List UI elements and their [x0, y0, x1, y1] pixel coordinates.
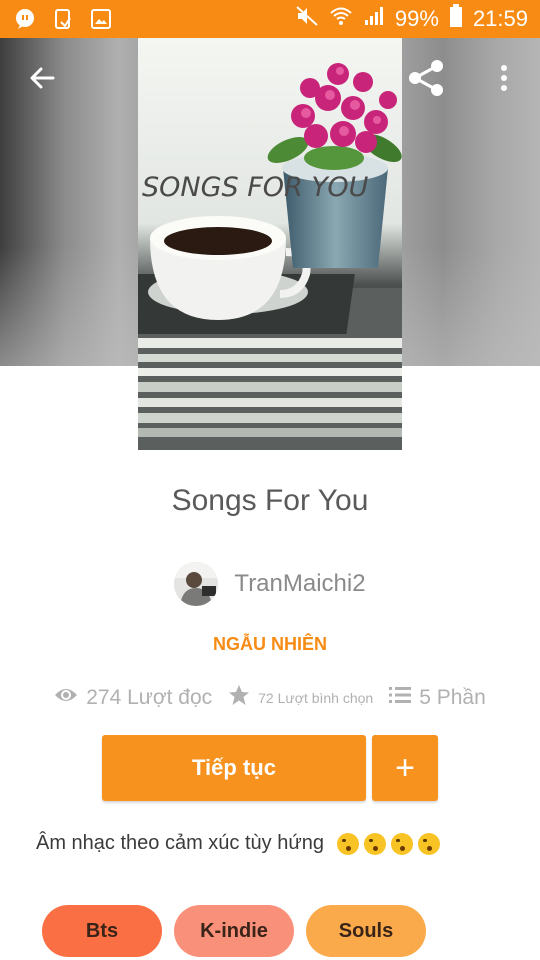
kissing-emoji-icon — [417, 832, 440, 855]
votes-stat: 72 Lượt bình chọn — [228, 684, 373, 711]
author-row[interactable]: TranMaichi2 — [0, 562, 540, 606]
battery-icon — [449, 4, 463, 34]
list-icon — [389, 686, 412, 709]
author-name[interactable]: TranMaichi2 — [234, 570, 365, 598]
kissing-emoji-icon — [363, 832, 386, 855]
continue-reading-button[interactable]: Tiếp tục — [102, 735, 366, 801]
share-button[interactable] — [402, 56, 450, 104]
story-cover: SONGS FOR YOU — [138, 38, 402, 450]
share-icon — [406, 58, 446, 103]
reads-stat: 274 Lượt đọc — [54, 686, 212, 710]
battery-percent: 99% — [394, 6, 439, 31]
back-button[interactable] — [18, 56, 66, 104]
eye-icon — [54, 686, 78, 709]
notification-icons — [14, 8, 112, 30]
star-icon — [228, 684, 250, 711]
votes-count: 72 Lượt bình chọn — [258, 689, 374, 706]
parts-stat: 5 Phần — [389, 686, 486, 710]
avatar[interactable] — [174, 562, 219, 606]
add-to-library-button[interactable]: + — [372, 735, 438, 801]
clock: 21:59 — [472, 6, 528, 31]
phone-icon — [52, 8, 74, 30]
signal-icon — [363, 5, 385, 33]
status-bar: 99% 21:59 — [0, 0, 540, 38]
mute-icon — [295, 5, 319, 33]
description-text: Âm nhạc theo cảm xúc tùy hứng — [36, 832, 324, 854]
system-status: 99% 21:59 — [295, 0, 528, 38]
story-stats: 274 Lượt đọc 72 Lượt bình chọn 5 Phần — [0, 684, 540, 711]
kissing-emoji-icon — [390, 832, 413, 855]
tag-chip[interactable]: Bts — [42, 905, 162, 957]
kissing-emoji-icon — [336, 832, 359, 855]
more-vert-icon — [499, 64, 509, 97]
chat-notification-icon — [14, 8, 36, 30]
cover-title-text: SONGS FOR YOU — [142, 172, 369, 203]
more-options-button[interactable] — [480, 56, 528, 104]
tag-chip[interactable]: K-indie — [174, 905, 294, 957]
story-description: Âm nhạc theo cảm xúc tùy hứng — [36, 832, 506, 855]
back-arrow-icon — [28, 64, 56, 97]
tag-chip[interactable]: Souls — [306, 905, 426, 957]
parts-count: 5 Phần — [419, 685, 486, 709]
wifi-icon — [329, 5, 353, 33]
story-title: Songs For You — [171, 484, 369, 517]
image-icon — [90, 8, 112, 30]
story-category[interactable]: NGẪU NHIÊN — [0, 634, 540, 655]
reads-count: 274 Lượt đọc — [86, 685, 213, 709]
tag-list: Bts K-indie Souls — [42, 905, 426, 957]
